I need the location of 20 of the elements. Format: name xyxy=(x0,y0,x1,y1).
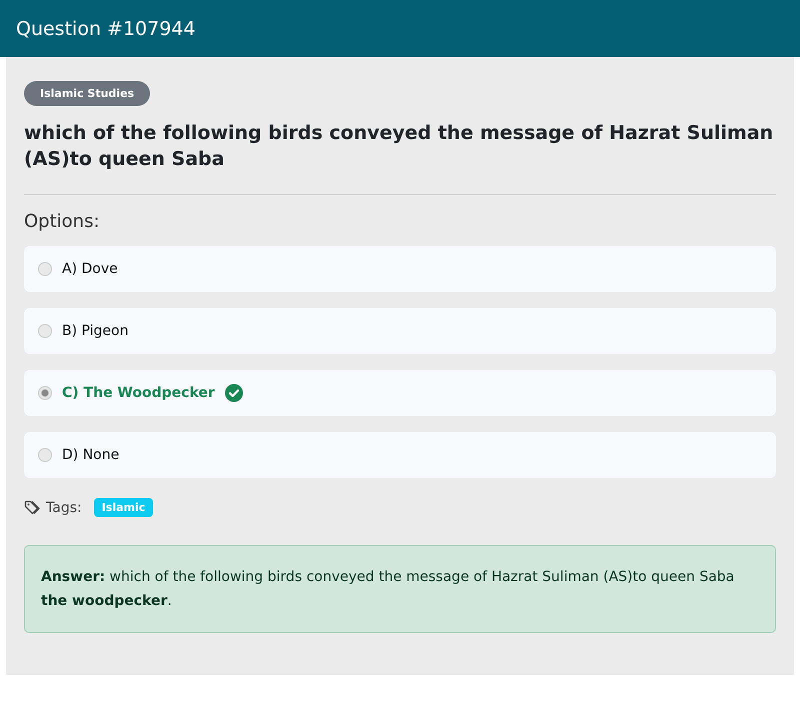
option-text: A) Dove xyxy=(62,261,118,277)
options-label: Options: xyxy=(24,211,101,232)
radio-button[interactable] xyxy=(38,324,52,338)
option-row[interactable]: A) Dove xyxy=(24,246,776,292)
option-row[interactable]: D) None xyxy=(24,432,776,478)
category-badge: Islamic Studies xyxy=(24,81,150,106)
radio-button[interactable] xyxy=(38,386,52,400)
tag-icon xyxy=(24,500,42,516)
question-text: which of the following birds conveyed the message of Hazrat Suliman (AS)to queen Saba xyxy=(24,121,774,172)
radio-button[interactable] xyxy=(38,262,52,276)
option-text: D) None xyxy=(62,447,120,463)
option-row[interactable]: C) The Woodpecker xyxy=(24,370,776,416)
check-circle-icon xyxy=(224,384,243,402)
option-text: B) Pigeon xyxy=(62,323,128,339)
radio-button[interactable] xyxy=(38,448,52,462)
option-text: C) The Woodpecker xyxy=(62,385,215,401)
answer-text: Answer: which of the following birds conveyed the message of Hazrat Suliman (AS)to queen Saba the woodpecker. xyxy=(41,569,734,609)
page-title: Question #107944 xyxy=(16,18,196,40)
tags-label: Tags: xyxy=(46,500,82,516)
option-row[interactable]: B) Pigeon xyxy=(24,308,776,354)
